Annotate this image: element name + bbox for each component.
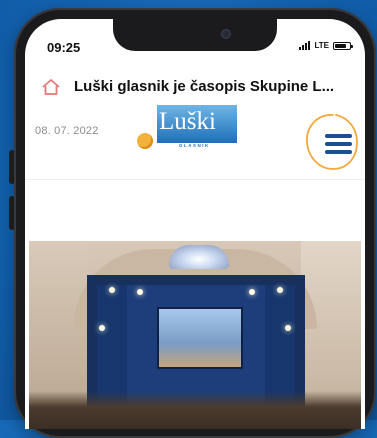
phone-notch — [113, 19, 277, 51]
photo-crowd — [29, 391, 361, 429]
site-header: 08. 07. 2022 Luški GLASNIK — [25, 105, 365, 179]
battery-icon — [333, 41, 353, 50]
photo-projection-screen — [157, 307, 243, 369]
photo-lamp — [277, 287, 283, 293]
phone-screen: 09:25 LTE Luški glasnik je časopis Skupi… — [25, 19, 365, 429]
photo-lamp — [249, 289, 255, 295]
status-indicators: LTE — [299, 41, 353, 50]
network-label: LTE — [314, 41, 329, 50]
menu-button[interactable] — [303, 111, 361, 173]
logo-dot-icon — [137, 133, 153, 149]
photo-lamp — [285, 325, 291, 331]
photo-truss-top — [87, 275, 305, 285]
photo-ceiling-light — [169, 245, 229, 269]
page-title: Luški glasnik je časopis Skupine L... — [74, 78, 335, 95]
hamburger-menu-icon[interactable] — [325, 134, 352, 154]
browser-title-bar: Luški glasnik je časopis Skupine L... — [25, 69, 365, 105]
publish-date: 08. 07. 2022 — [35, 125, 99, 137]
home-icon[interactable] — [41, 78, 61, 96]
photo-lamp — [99, 325, 105, 331]
camera-icon — [221, 29, 231, 39]
battery-level — [335, 43, 347, 48]
photo-lamp — [137, 289, 143, 295]
article-photo[interactable] — [29, 241, 361, 429]
site-logo[interactable]: Luški GLASNIK — [131, 105, 239, 155]
logo-subtitle: GLASNIK — [179, 143, 210, 148]
status-time: 09:25 — [47, 40, 81, 55]
logo-title: Luški — [159, 108, 216, 135]
signal-icon — [299, 41, 311, 50]
header-divider — [25, 179, 365, 180]
photo-lamp — [109, 287, 115, 293]
